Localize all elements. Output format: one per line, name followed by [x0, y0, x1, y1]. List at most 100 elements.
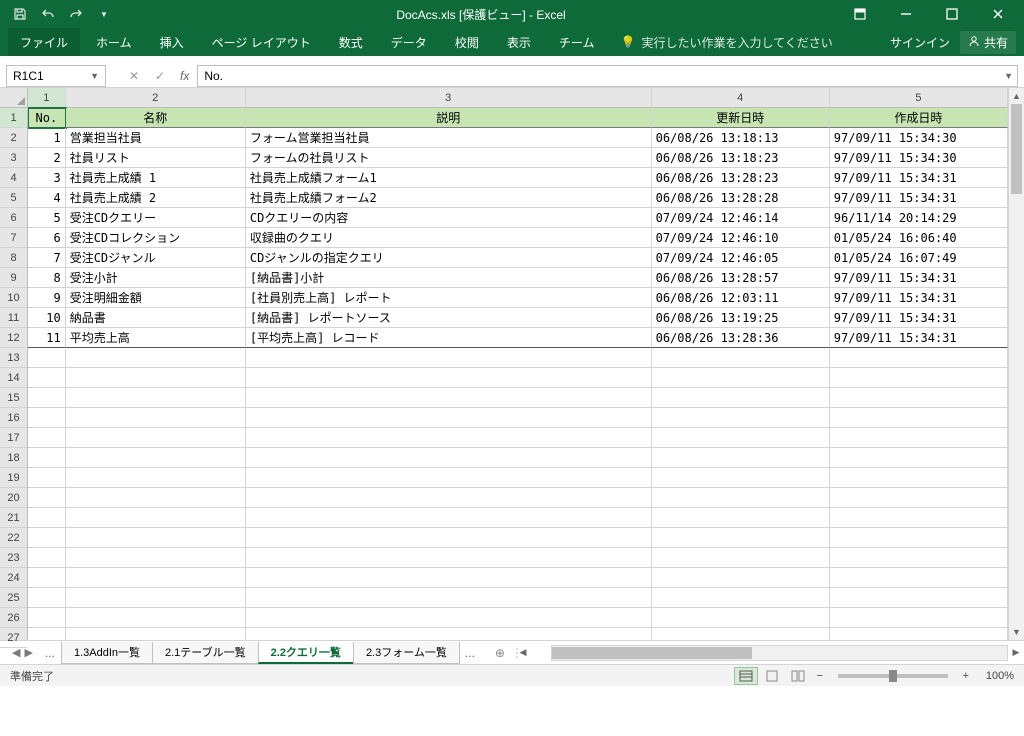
cell[interactable]: 7: [28, 248, 66, 268]
cell[interactable]: [社員別売上高] レポート: [246, 288, 652, 308]
cell[interactable]: 10: [28, 308, 66, 328]
row-header[interactable]: 15: [0, 388, 27, 408]
cell[interactable]: フォームの社員リスト: [246, 148, 652, 168]
scroll-thumb[interactable]: [552, 647, 752, 659]
signin-link[interactable]: サインイン: [890, 34, 950, 51]
fx-icon[interactable]: fx: [180, 69, 189, 83]
row-header[interactable]: 7: [0, 228, 27, 248]
cell[interactable]: 97/09/11 15:34:31: [830, 268, 1008, 288]
tab-home[interactable]: ホーム: [84, 28, 144, 56]
cell[interactable]: 97/09/11 15:34:31: [830, 188, 1008, 208]
cell[interactable]: 受注CDコレクション: [66, 228, 246, 248]
row-header[interactable]: 4: [0, 168, 27, 188]
row-header[interactable]: 19: [0, 468, 27, 488]
undo-icon[interactable]: [36, 2, 60, 26]
zoom-in-button[interactable]: +: [958, 670, 974, 682]
cell[interactable]: [66, 428, 246, 448]
cell[interactable]: [28, 628, 66, 640]
cell[interactable]: [830, 488, 1008, 508]
cell[interactable]: [652, 448, 830, 468]
cell[interactable]: [830, 608, 1008, 628]
vertical-scrollbar[interactable]: ▲ ▼: [1008, 88, 1024, 640]
cell[interactable]: 受注小計: [66, 268, 246, 288]
cell[interactable]: [28, 508, 66, 528]
cell[interactable]: [830, 548, 1008, 568]
cell[interactable]: [830, 408, 1008, 428]
cell[interactable]: 96/11/14 20:14:29: [830, 208, 1008, 228]
row-header[interactable]: 3: [0, 148, 27, 168]
add-sheet-button[interactable]: ⊕: [489, 646, 511, 660]
share-button[interactable]: 共有: [960, 31, 1016, 54]
cell[interactable]: [652, 368, 830, 388]
ribbon-display-options-icon[interactable]: [838, 0, 882, 28]
minimize-button[interactable]: [884, 0, 928, 28]
cell[interactable]: [830, 428, 1008, 448]
cell[interactable]: [652, 348, 830, 368]
scroll-thumb[interactable]: [1011, 104, 1022, 194]
cell[interactable]: 07/09/24 12:46:10: [652, 228, 830, 248]
row-header[interactable]: 23: [0, 548, 27, 568]
view-page-break-icon[interactable]: [786, 667, 810, 685]
cell[interactable]: [平均売上高] レコード: [246, 328, 652, 348]
col-header[interactable]: 4: [652, 88, 830, 107]
cell[interactable]: [246, 408, 652, 428]
cell[interactable]: [652, 488, 830, 508]
cell[interactable]: [246, 568, 652, 588]
cell[interactable]: [66, 388, 246, 408]
cell[interactable]: [652, 468, 830, 488]
cell[interactable]: CDジャンルの指定クエリ: [246, 248, 652, 268]
row-header[interactable]: 6: [0, 208, 27, 228]
col-header[interactable]: 1: [28, 88, 66, 107]
cell[interactable]: 07/09/24 12:46:14: [652, 208, 830, 228]
zoom-slider[interactable]: [838, 674, 948, 678]
zoom-out-button[interactable]: −: [812, 670, 828, 682]
cell[interactable]: [28, 488, 66, 508]
cell[interactable]: 06/08/26 13:18:13: [652, 128, 830, 148]
save-icon[interactable]: [8, 2, 32, 26]
cell[interactable]: [652, 508, 830, 528]
cell[interactable]: [246, 608, 652, 628]
cell[interactable]: No.: [28, 108, 66, 128]
cell[interactable]: 更新日時: [652, 108, 830, 128]
tell-me-search[interactable]: 💡 実行したい作業を入力してください: [620, 34, 832, 51]
tab-view[interactable]: 表示: [495, 28, 543, 56]
cell[interactable]: [28, 408, 66, 428]
name-box[interactable]: R1C1 ▼: [6, 65, 106, 87]
scroll-right-icon[interactable]: ▶: [1008, 647, 1024, 658]
cell[interactable]: 受注明細金額: [66, 288, 246, 308]
cell[interactable]: [66, 368, 246, 388]
cell[interactable]: [66, 468, 246, 488]
cell[interactable]: 97/09/11 15:34:31: [830, 328, 1008, 348]
row-header[interactable]: 25: [0, 588, 27, 608]
cell[interactable]: 受注CDクエリー: [66, 208, 246, 228]
row-header[interactable]: 2: [0, 128, 27, 148]
enter-formula-icon[interactable]: ✓: [148, 65, 172, 87]
view-page-layout-icon[interactable]: [760, 667, 784, 685]
cell[interactable]: [652, 568, 830, 588]
cell[interactable]: [652, 608, 830, 628]
tab-review[interactable]: 校閲: [443, 28, 491, 56]
sheet-more-left[interactable]: ...: [39, 646, 61, 660]
zoom-thumb[interactable]: [889, 670, 897, 682]
cell[interactable]: 収録曲のクエリ: [246, 228, 652, 248]
cell[interactable]: [28, 528, 66, 548]
col-header[interactable]: 3: [246, 88, 652, 107]
cell[interactable]: [納品書]小計: [246, 268, 652, 288]
cell[interactable]: [28, 388, 66, 408]
cell[interactable]: [652, 548, 830, 568]
cell[interactable]: 平均売上高: [66, 328, 246, 348]
cell[interactable]: 06/08/26 13:28:57: [652, 268, 830, 288]
cell[interactable]: 社員売上成績 1: [66, 168, 246, 188]
cell[interactable]: [246, 548, 652, 568]
cell[interactable]: [246, 588, 652, 608]
row-header[interactable]: 18: [0, 448, 27, 468]
cell[interactable]: [納品書] レポートソース: [246, 308, 652, 328]
cell[interactable]: 5: [28, 208, 66, 228]
scroll-up-icon[interactable]: ▲: [1009, 88, 1024, 104]
maximize-button[interactable]: [930, 0, 974, 28]
cell[interactable]: [246, 628, 652, 640]
cell[interactable]: [652, 428, 830, 448]
cell[interactable]: [652, 408, 830, 428]
row-header[interactable]: 13: [0, 348, 27, 368]
row-header[interactable]: 24: [0, 568, 27, 588]
